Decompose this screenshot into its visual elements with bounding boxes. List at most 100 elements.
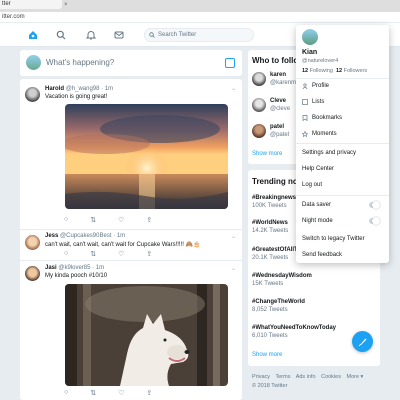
chevron-down-icon[interactable]: ⌄ xyxy=(231,265,236,272)
share-icon[interactable]: ⇪ xyxy=(146,389,152,397)
menu-item-profile[interactable]: Profile xyxy=(302,80,386,92)
tweet-author-name[interactable]: Harold xyxy=(45,86,64,92)
chevron-down-icon[interactable]: ⌄ xyxy=(231,233,236,240)
trend-tag[interactable]: #WhatYouNeedToKnowToday xyxy=(252,325,372,331)
trend-tag[interactable]: #WednesdayWisdom xyxy=(252,273,372,279)
menu-item-send-feedback[interactable]: Send feedback xyxy=(302,249,386,261)
suggested-user-handle: @karenm xyxy=(270,80,297,86)
avatar[interactable] xyxy=(252,98,266,112)
suggested-user-name[interactable]: Cleve xyxy=(270,98,286,104)
composer-placeholder: What's happening? xyxy=(46,58,115,67)
avatar[interactable] xyxy=(252,124,266,138)
tweet[interactable]: Jess @Cupcakes90Best · 1m ⌄ can't wait, … xyxy=(20,230,242,261)
image-upload-icon[interactable] xyxy=(225,58,235,68)
account-handle: @naturelover4 xyxy=(302,58,339,64)
account-menu: Kian @naturelover4 12 Following 12 Follo… xyxy=(296,25,389,263)
followers-count[interactable]: 12 xyxy=(336,68,342,74)
browser-chrome: tter × itter.com xyxy=(0,0,400,22)
retweet-icon[interactable]: ⇅ xyxy=(90,389,96,397)
browser-tab-title: tter xyxy=(2,1,11,7)
menu-item-night-mode[interactable]: Night mode xyxy=(302,215,386,227)
footer-link-ads-info[interactable]: Ads info xyxy=(296,374,316,380)
avatar[interactable] xyxy=(25,266,40,281)
menu-item-moments[interactable]: Moments xyxy=(301,128,386,140)
tab-close-icon[interactable]: × xyxy=(64,2,68,8)
menu-item-data-saver[interactable]: Data saver xyxy=(302,199,386,211)
show-more-link[interactable]: Show more xyxy=(252,151,282,157)
share-icon[interactable]: ⇪ xyxy=(146,250,152,258)
tweet-author-name[interactable]: Jess xyxy=(45,233,58,239)
like-icon[interactable]: ♡ xyxy=(118,216,124,224)
trend-item[interactable]: #ChangeTheWorld 8,052 Tweets xyxy=(252,299,372,313)
avatar[interactable] xyxy=(25,87,40,102)
home-icon[interactable] xyxy=(27,29,39,41)
like-icon[interactable]: ♡ xyxy=(118,389,124,397)
compose-tweet-button[interactable] xyxy=(352,331,373,352)
retweet-icon[interactable]: ⇅ xyxy=(90,250,96,258)
reply-icon[interactable]: ○ xyxy=(64,216,68,224)
menu-item-label: Send feedback xyxy=(302,252,343,258)
search-icon xyxy=(149,32,155,38)
tweet-text: can't wait, can't wait, can't wait for C… xyxy=(45,242,201,248)
browser-tab[interactable]: tter xyxy=(0,0,62,9)
lists-icon xyxy=(302,99,308,105)
timeline: Harold @h_wang98 · 1m ⌄ Vacation is goin… xyxy=(20,79,242,400)
url-bar[interactable]: itter.com xyxy=(0,12,400,22)
like-icon[interactable]: ♡ xyxy=(118,250,124,258)
tweet-image[interactable] xyxy=(65,284,228,386)
tweet[interactable]: Harold @h_wang98 · 1m ⌄ Vacation is goin… xyxy=(20,79,242,230)
chevron-down-icon[interactable]: ⌄ xyxy=(231,85,236,92)
menu-item-help-center[interactable]: Help Center xyxy=(302,163,386,175)
notifications-icon[interactable] xyxy=(85,29,97,41)
tweet-meta: @k9lover85 · 1m xyxy=(58,265,105,271)
tweet-text: Vacation is going great! xyxy=(45,94,108,100)
messages-icon[interactable] xyxy=(113,29,125,41)
avatar[interactable] xyxy=(302,29,318,45)
tweet-image[interactable] xyxy=(65,104,228,209)
suggested-user-name[interactable]: patel xyxy=(270,124,284,130)
following-label[interactable]: Following xyxy=(310,68,333,74)
avatar[interactable] xyxy=(25,235,40,250)
search-input[interactable]: Search Twitter xyxy=(144,28,254,42)
menu-item-legacy-twitter[interactable]: Switch to legacy Twitter xyxy=(302,233,386,245)
trend-tag[interactable]: #ChangeTheWorld xyxy=(252,299,372,305)
night-mode-toggle[interactable] xyxy=(369,217,380,225)
menu-item-log-out[interactable]: Log out xyxy=(302,179,386,191)
show-more-link[interactable]: Show more xyxy=(252,352,282,358)
footer-link-cookies[interactable]: Cookies xyxy=(321,374,341,380)
avatar[interactable] xyxy=(252,72,266,86)
trend-count: 8,052 Tweets xyxy=(252,307,288,313)
tweet-actions: ○ ⇅ ♡ ⇪ xyxy=(64,389,152,397)
footer-links: Privacy Terms Ads info Cookies More ▾ xyxy=(252,373,382,382)
menu-item-label: Help Center xyxy=(302,166,335,172)
data-saver-toggle[interactable] xyxy=(369,201,380,209)
menu-item-label: Data saver xyxy=(302,202,332,208)
tweet-author-name[interactable]: Jasi xyxy=(45,265,57,271)
share-icon[interactable]: ⇪ xyxy=(146,216,152,224)
tweet[interactable]: Jasi @k9lover85 · 1m ⌄ My kinda pooch #1… xyxy=(20,261,242,400)
followers-label[interactable]: Followers xyxy=(344,68,368,74)
menu-item-label: Night mode xyxy=(302,218,333,224)
menu-item-settings[interactable]: Settings and privacy xyxy=(302,147,386,159)
menu-item-label: Moments xyxy=(312,131,337,137)
account-name: Kian xyxy=(302,49,318,56)
footer-link-privacy[interactable]: Privacy xyxy=(252,374,270,380)
footer-link-terms[interactable]: Terms xyxy=(275,374,290,380)
explore-icon[interactable] xyxy=(55,29,67,41)
reply-icon[interactable]: ○ xyxy=(64,250,68,258)
divider xyxy=(296,78,389,79)
tweet-composer[interactable]: What's happening? xyxy=(20,50,242,76)
menu-item-label: Log out xyxy=(302,182,323,188)
menu-item-bookmarks[interactable]: Bookmarks xyxy=(302,112,386,124)
following-count[interactable]: 12 xyxy=(302,68,308,74)
trend-item[interactable]: #WednesdayWisdom 15K Tweets xyxy=(252,273,372,287)
menu-item-lists[interactable]: Lists xyxy=(302,96,386,108)
reply-icon[interactable]: ○ xyxy=(64,389,68,397)
tweet-header: Harold @h_wang98 · 1m xyxy=(45,86,113,92)
retweet-icon[interactable]: ⇅ xyxy=(90,216,96,224)
url-text: itter.com xyxy=(2,14,25,20)
suggested-user-name[interactable]: karen xyxy=(270,72,286,78)
footer-link-more[interactable]: More ▾ xyxy=(347,374,364,380)
copyright: © 2018 Twitter xyxy=(252,383,288,389)
tweet-actions: ○ ⇅ ♡ ⇪ xyxy=(64,250,152,258)
